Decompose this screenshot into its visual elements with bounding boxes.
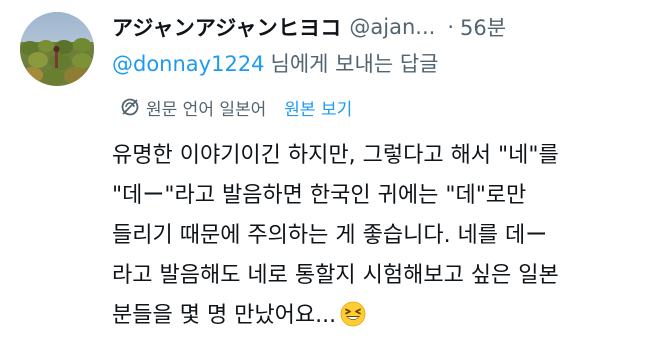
- timestamp[interactable]: 56분: [460, 12, 506, 42]
- tweet-header: アジャンアジャンヒヨコ @ajan... · 56분: [112, 12, 630, 42]
- avatar[interactable]: [20, 12, 94, 86]
- tweet-card[interactable]: アジャンアジャンヒヨコ @ajan... · 56분 @donnay1224 님에…: [0, 0, 648, 338]
- avatar-image: [20, 12, 94, 86]
- display-name[interactable]: アジャンアジャンヒヨコ: [112, 12, 341, 42]
- tweet-text-line-last: 분들을 몇 명 만났어요...: [112, 296, 640, 336]
- reply-context: @donnay1224 님에게 보내는 답글: [112, 48, 438, 78]
- reply-to-handle-link[interactable]: @donnay1224: [112, 52, 265, 76]
- tweet-text-line: 라고 발음해도 네로 통할지 시험해보고 싶은 일본: [112, 263, 559, 288]
- translation-source-label: 원문 언어 일본어: [146, 99, 267, 120]
- tweet-text-line: 들리기 때문에 주의하는 게 좋습니다. 네를 데ー: [112, 223, 548, 248]
- tweet-text-line: "데ー"라고 발음하면 한국인 귀에는 "데"로만: [112, 183, 527, 208]
- translate-slash-icon: [120, 97, 140, 117]
- reply-suffix-text: 님에게 보내는 답글: [270, 52, 439, 76]
- separator-dot: ·: [447, 15, 455, 39]
- show-original-link[interactable]: 원본 보기: [284, 95, 352, 120]
- tweet-text-line: 유명한 이야기이긴 하지만, 그렇다고 해서 "네"를: [112, 143, 559, 168]
- user-handle[interactable]: @ajan...: [349, 15, 435, 39]
- grinning-squinting-face-emoji: [340, 301, 366, 327]
- translation-bar: 원문 언어 일본어 원본 보기: [120, 94, 352, 120]
- tweet-text-line-content: 분들을 몇 명 만났어요...: [112, 303, 337, 328]
- tweet-text: 유명한 이야기이긴 하지만, 그렇다고 해서 "네"를 "데ー"라고 발음하면 …: [112, 136, 640, 336]
